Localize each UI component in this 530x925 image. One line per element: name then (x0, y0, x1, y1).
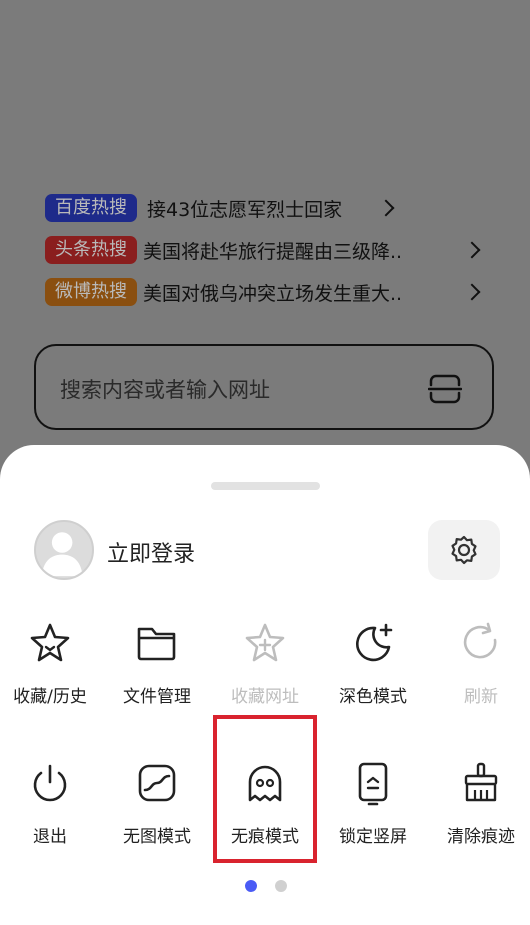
chevron-right-icon (463, 241, 481, 259)
hot-search-text: 美国对俄乌冲突立场发生重大.. (143, 282, 403, 305)
login-button[interactable]: 立即登录 (107, 536, 195, 568)
menu-item-exit[interactable]: 退出 (0, 760, 103, 870)
settings-button[interactable] (428, 520, 500, 580)
hot-search-text: 接43位志愿军烈士回家 (147, 198, 343, 221)
gear-icon (451, 535, 477, 565)
menu-item-label: 锁定竖屏 (339, 827, 407, 847)
no-image-icon (138, 764, 176, 802)
folder-icon (137, 627, 176, 661)
menu-item-incognito-mode[interactable]: 无痕模式 (212, 760, 318, 870)
menu-item-label: 文件管理 (123, 687, 191, 707)
hot-search-text: 美国将赴华旅行提醒由三级降.. (143, 240, 403, 263)
power-icon (33, 764, 67, 802)
hot-search-row-toutiao[interactable]: 头条热搜 美国将赴华旅行提醒由三级降.. (45, 235, 490, 265)
ghost-icon (248, 765, 282, 802)
menu-item-lock-portrait[interactable]: 锁定竖屏 (320, 760, 426, 870)
browser-screen: 百度热搜 接43位志愿军烈士回家 头条热搜 美国将赴华旅行提醒由三级降.. 微博… (0, 0, 530, 925)
page-indicator-active[interactable] (245, 880, 257, 892)
star-icon (30, 623, 70, 662)
menu-item-label: 退出 (33, 827, 67, 847)
menu-item-label: 深色模式 (339, 687, 407, 707)
broom-icon (464, 762, 498, 802)
menu-item-file-manager[interactable]: 文件管理 (104, 620, 210, 730)
menu-item-refresh[interactable]: 刷新 (428, 620, 530, 730)
moon-icon (356, 623, 393, 662)
hot-search-row-baidu[interactable]: 百度热搜 接43位志愿军烈士回家 (45, 193, 490, 223)
drag-handle[interactable] (211, 482, 320, 490)
menu-item-favorites-history[interactable]: 收藏/历史 (0, 620, 103, 730)
menu-item-dark-mode[interactable]: 深色模式 (320, 620, 426, 730)
lock-portrait-icon (358, 762, 388, 806)
menu-item-clear-traces[interactable]: 清除痕迹 (428, 760, 530, 870)
menu-item-label: 清除痕迹 (447, 827, 515, 847)
scan-icon[interactable] (428, 374, 462, 404)
menu-item-label: 收藏/历史 (13, 687, 87, 707)
menu-item-label: 刷新 (464, 687, 498, 707)
chevron-right-icon (463, 283, 481, 301)
search-input[interactable]: 搜索内容或者输入网址 (34, 344, 494, 430)
search-placeholder: 搜索内容或者输入网址 (60, 378, 270, 402)
menu-item-label: 无图模式 (123, 827, 191, 847)
chevron-right-icon (377, 199, 395, 217)
user-avatar-icon[interactable] (34, 520, 94, 580)
menu-bottom-sheet: 立即登录 收藏/历史 文件管理 收藏网址 深色模式 刷新 退出 无图模式 无痕模… (0, 445, 530, 925)
hot-search-badge: 微博热搜 (45, 278, 137, 306)
refresh-icon (463, 622, 497, 659)
menu-item-add-bookmark[interactable]: 收藏网址 (212, 620, 318, 730)
menu-item-label: 收藏网址 (231, 687, 299, 707)
menu-item-no-image-mode[interactable]: 无图模式 (104, 760, 210, 870)
star-plus-icon (245, 623, 285, 662)
hot-search-row-weibo[interactable]: 微博热搜 美国对俄乌冲突立场发生重大.. (45, 277, 490, 307)
menu-item-label: 无痕模式 (231, 827, 299, 847)
page-indicator-inactive[interactable] (275, 880, 287, 892)
hot-search-badge: 头条热搜 (45, 236, 137, 264)
hot-search-badge: 百度热搜 (45, 194, 137, 222)
